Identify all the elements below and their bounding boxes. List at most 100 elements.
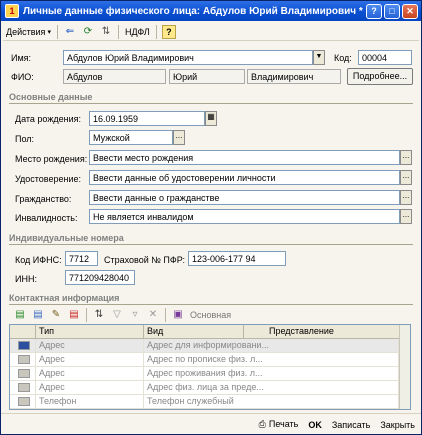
table-scrollbar[interactable] bbox=[399, 325, 410, 409]
add-row-icon[interactable]: ▤ bbox=[13, 308, 27, 322]
table-header: Тип Вид Представление bbox=[10, 325, 410, 339]
ifns-code-label: Код ИФНС: bbox=[15, 255, 62, 265]
code-label: Код: bbox=[334, 53, 352, 63]
citizenship-label: Гражданство: bbox=[15, 194, 72, 204]
ndfl-button[interactable]: НДФЛ bbox=[122, 24, 153, 40]
filter-list-icon[interactable]: ▿ bbox=[128, 308, 142, 322]
patronymic-field[interactable]: Владимирович bbox=[247, 69, 341, 84]
citizenship-field[interactable]: Ввести данные о гражданстве bbox=[89, 190, 400, 205]
row-kind: Адрес проживания физ. л... bbox=[144, 367, 399, 380]
section-divider bbox=[9, 103, 413, 104]
close-window-button[interactable]: ✕ bbox=[402, 3, 418, 19]
table-row[interactable]: Адрес Адрес физ. лица за преде... bbox=[10, 381, 410, 395]
address-icon bbox=[10, 367, 36, 380]
pfr-number-label: Страховой № ПФР: bbox=[104, 255, 186, 265]
back-arrow-icon[interactable]: ⇐ bbox=[63, 25, 77, 39]
table-row[interactable]: Адрес Адрес для информировани... bbox=[10, 339, 410, 353]
edit-row-icon[interactable]: ✎ bbox=[49, 308, 63, 322]
gender-select-button[interactable]: ... bbox=[173, 130, 185, 145]
pfr-number-field[interactable]: 123-006-177 94 bbox=[188, 251, 286, 266]
row-type: Адрес bbox=[36, 339, 144, 352]
section-divider bbox=[9, 244, 413, 245]
help-title-button[interactable]: ? bbox=[366, 3, 382, 19]
id-doc-select-button[interactable]: ... bbox=[400, 170, 412, 185]
move-icon[interactable]: ⇅ bbox=[99, 25, 113, 39]
birth-date-field[interactable]: 16.09.1959 bbox=[89, 111, 205, 126]
basic-section-title: Основные данные bbox=[9, 92, 93, 102]
column-header-kind[interactable]: Вид bbox=[144, 325, 244, 338]
help-icon[interactable]: ? bbox=[161, 24, 176, 39]
calendar-icon[interactable]: ▦ bbox=[205, 111, 217, 126]
toolbar-separator bbox=[56, 24, 58, 39]
actions-menu[interactable]: Действия ▾ bbox=[3, 24, 54, 40]
birth-date-label: Дата рождения: bbox=[15, 114, 81, 124]
row-kind: Адрес физ. лица за преде... bbox=[144, 381, 399, 394]
toolbar: Действия ▾ ⇐ ⟳ ⇅ НДФЛ ? bbox=[3, 23, 419, 41]
refresh-icon[interactable]: ⟳ bbox=[81, 25, 95, 39]
icon-column-header bbox=[10, 325, 36, 338]
disability-select-button[interactable]: ... bbox=[400, 209, 412, 224]
name-field[interactable]: Абдулов Юрий Владимирович bbox=[63, 50, 313, 65]
print-label: Печать bbox=[268, 419, 299, 429]
first-name-field[interactable]: Юрий bbox=[169, 69, 245, 84]
contacts-section-title: Контактная информация bbox=[9, 293, 120, 303]
maximize-button[interactable]: □ bbox=[384, 3, 400, 19]
ifns-code-field[interactable]: 7712 bbox=[65, 251, 98, 266]
inn-field[interactable]: 771209428040 bbox=[65, 270, 135, 285]
chevron-down-icon: ▼ bbox=[315, 53, 323, 60]
birthplace-label: Место рождения: bbox=[15, 154, 88, 164]
birthplace-field[interactable]: Ввести место рождения bbox=[89, 150, 400, 165]
dialog-buttons: ⎙ Печать OK Записать Закрыть bbox=[1, 413, 421, 434]
sort-icon[interactable]: ⇅ bbox=[92, 308, 106, 322]
chevron-down-icon: ▾ bbox=[47, 28, 51, 36]
details-button[interactable]: Подробнее... bbox=[347, 68, 413, 85]
table-row[interactable]: Адрес Адрес по прописке физ. л... bbox=[10, 353, 410, 367]
printer-icon: ⎙ bbox=[258, 419, 266, 429]
clear-filter-icon[interactable]: ✕ bbox=[146, 308, 160, 322]
delete-row-icon[interactable]: ▤ bbox=[67, 308, 81, 322]
help-label: ? bbox=[166, 26, 172, 37]
gender-label: Пол: bbox=[15, 134, 35, 144]
citizenship-select-button[interactable]: ... bbox=[400, 190, 412, 205]
gender-field[interactable]: Мужской bbox=[89, 130, 173, 145]
name-dropdown-button[interactable]: ▼ bbox=[313, 50, 325, 65]
toolbar-separator bbox=[117, 24, 119, 39]
row-type: Адрес bbox=[36, 353, 144, 366]
address-icon bbox=[10, 381, 36, 394]
disability-label: Инвалидность: bbox=[15, 213, 78, 223]
toolbar-separator bbox=[86, 307, 87, 322]
column-header-representation[interactable]: Представление bbox=[244, 325, 399, 338]
disability-field[interactable]: Не является инвалидом bbox=[89, 209, 400, 224]
contacts-table[interactable]: Тип Вид Представление Адрес Адрес для ин… bbox=[9, 324, 411, 410]
birthplace-select-button[interactable]: ... bbox=[400, 150, 412, 165]
copy-row-icon[interactable]: ▤ bbox=[31, 308, 45, 322]
table-row[interactable]: Телефон Телефон служебный bbox=[10, 395, 410, 409]
title-bar[interactable]: 1 Личные данные физического лица: Абдуло… bbox=[1, 1, 421, 21]
toolbar-separator bbox=[165, 307, 166, 322]
address-icon bbox=[10, 353, 36, 366]
fio-label: ФИО: bbox=[11, 72, 34, 82]
address-icon bbox=[10, 339, 36, 352]
table-row[interactable]: Адрес Адрес проживания физ. л... bbox=[10, 367, 410, 381]
set-main-icon[interactable]: ▣ bbox=[171, 308, 185, 322]
window-title: Личные данные физического лица: Абдулов … bbox=[23, 5, 363, 17]
section-divider bbox=[9, 304, 413, 305]
main-contact-button[interactable]: Основная bbox=[187, 307, 234, 323]
row-type: Адрес bbox=[36, 381, 144, 394]
row-type: Телефон bbox=[36, 395, 144, 408]
close-button[interactable]: Закрыть bbox=[380, 420, 415, 430]
print-button[interactable]: ⎙ Печать bbox=[259, 419, 299, 430]
column-header-type[interactable]: Тип bbox=[36, 325, 144, 338]
row-kind: Адрес для информировани... bbox=[144, 339, 399, 352]
ok-button[interactable]: OK bbox=[308, 420, 322, 430]
person-dialog-window: 1 Личные данные физического лица: Абдуло… bbox=[0, 0, 422, 435]
surname-field[interactable]: Абдулов bbox=[63, 69, 166, 84]
code-field[interactable]: 00004 bbox=[358, 50, 412, 65]
filter-icon[interactable]: ▽ bbox=[110, 308, 124, 322]
save-button[interactable]: Записать bbox=[332, 420, 370, 430]
inn-label: ИНН: bbox=[15, 274, 37, 284]
row-type: Адрес bbox=[36, 367, 144, 380]
name-label: Имя: bbox=[11, 53, 32, 63]
id-doc-field[interactable]: Ввести данные об удостоверении личности bbox=[89, 170, 400, 185]
toolbar-separator bbox=[155, 24, 157, 39]
